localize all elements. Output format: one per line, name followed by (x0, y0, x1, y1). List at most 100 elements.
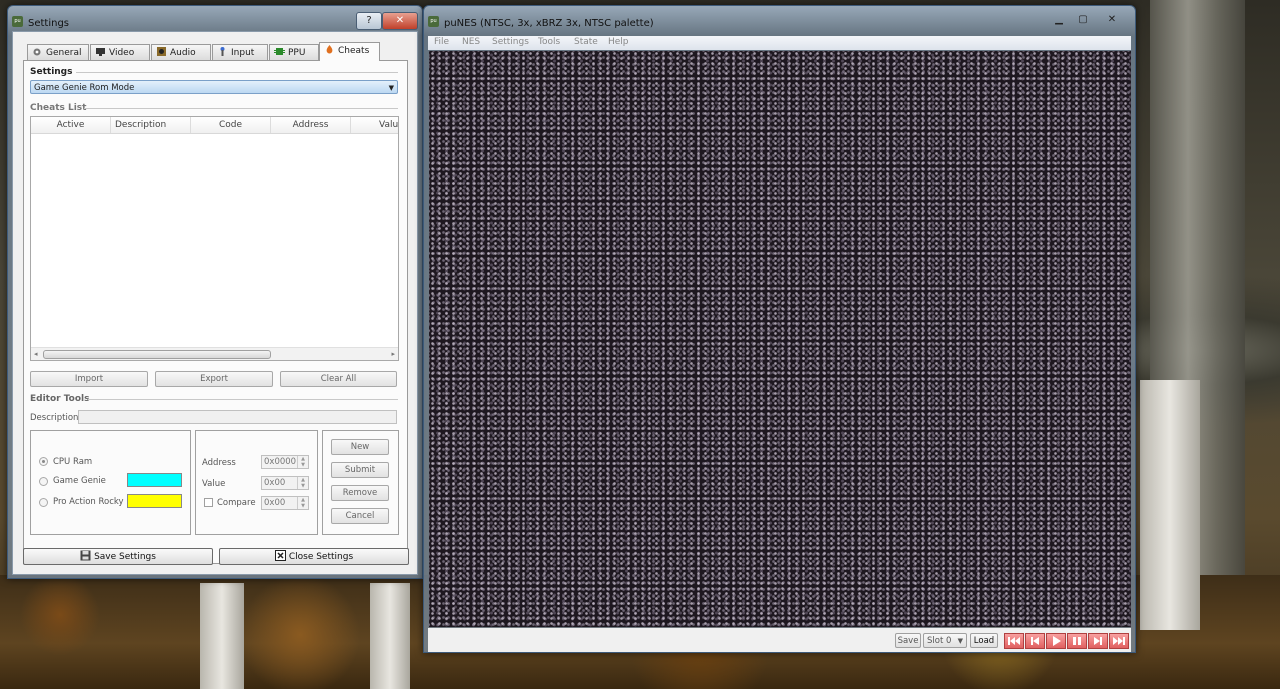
background-post (1140, 380, 1200, 630)
gear-icon (32, 46, 43, 56)
spin-arrows-icon[interactable]: ▲ ▼ (297, 477, 308, 489)
column-header-code[interactable]: Code (191, 117, 271, 133)
cpu-ram-radio[interactable] (39, 457, 48, 466)
description-input[interactable] (78, 410, 397, 424)
pro-action-rocky-radio[interactable] (39, 498, 48, 507)
address-value: 0x0000 (264, 457, 297, 467)
compare-value: 0x00 (264, 498, 286, 508)
tab-input[interactable]: Input (212, 44, 268, 60)
export-button[interactable]: Export (155, 371, 273, 387)
scrollbar-thumb[interactable] (43, 350, 271, 359)
slot-select[interactable]: Slot 0 ▼ (923, 633, 967, 648)
tab-cheats[interactable]: Cheats (319, 42, 380, 61)
chevron-down-icon: ▼ (388, 84, 394, 92)
slot-value: Slot 0 (927, 636, 952, 646)
help-button[interactable]: ? (356, 12, 382, 30)
compare-checkbox[interactable] (204, 498, 213, 507)
close-window-button[interactable]: ✕ (1098, 12, 1126, 28)
app-icon: pu (428, 16, 439, 27)
tab-video[interactable]: Video (90, 44, 150, 60)
background-post (200, 583, 244, 689)
floppy-disk-icon (80, 550, 91, 567)
step-back-icon[interactable] (1025, 633, 1045, 649)
submit-button[interactable]: Submit (331, 462, 389, 478)
rewind-fast-icon[interactable] (1004, 633, 1024, 649)
column-header-description[interactable]: Description (111, 117, 191, 133)
tab-general[interactable]: General (27, 44, 89, 60)
column-header-address[interactable]: Address (271, 117, 351, 133)
cheats-table-header: Active Description Code Address Valu (31, 117, 398, 134)
description-label: Description (30, 413, 79, 423)
address-spinbox[interactable]: 0x0000 ▲ ▼ (261, 455, 309, 469)
menu-help[interactable]: Help (608, 37, 629, 47)
spin-arrows-icon[interactable]: ▲ ▼ (297, 456, 308, 468)
speaker-icon (156, 46, 167, 56)
game-genie-color-swatch[interactable] (127, 473, 182, 487)
menu-settings[interactable]: Settings (492, 37, 529, 47)
value-label: Value (202, 479, 226, 489)
address-label: Address (202, 458, 236, 468)
menu-nes[interactable]: NES (462, 37, 480, 47)
cheats-table[interactable]: Active Description Code Address Valu ◂ ▸ (30, 116, 399, 361)
new-button[interactable]: New (331, 439, 389, 455)
close-window-button[interactable]: ✕ (382, 12, 418, 30)
tab-ppu[interactable]: PPU (269, 44, 319, 60)
cheat-type-group: CPU Ram Game Genie Pro Action Rocky (30, 430, 191, 535)
column-header-active[interactable]: Active (31, 117, 111, 133)
chevron-down-icon: ▼ (957, 637, 963, 645)
save-settings-button[interactable]: Save Settings (23, 548, 213, 565)
window-title: puNES (NTSC, 3x, xBRZ 3x, NTSC palette) (444, 18, 654, 29)
column-header-value[interactable]: Valu (351, 117, 398, 133)
step-forward-icon[interactable] (1088, 633, 1108, 649)
tab-label: Input (231, 48, 255, 58)
pause-icon[interactable] (1067, 633, 1087, 649)
section-divider (88, 399, 398, 400)
close-settings-label: Close Settings (288, 552, 354, 562)
compare-label: Compare (217, 498, 256, 508)
menu-tools[interactable]: Tools (538, 37, 560, 47)
value-spinbox[interactable]: 0x00 ▲ ▼ (261, 476, 309, 490)
cheat-mode-select[interactable]: Game Genie Rom Mode ▼ (30, 80, 398, 94)
tab-label: Video (109, 48, 135, 58)
save-settings-label: Save Settings (94, 552, 156, 562)
cancel-button[interactable]: Cancel (331, 508, 389, 524)
remove-button[interactable]: Remove (331, 485, 389, 501)
scroll-right-icon[interactable]: ▸ (391, 348, 395, 360)
menu-state[interactable]: State (574, 37, 598, 47)
close-settings-button[interactable]: Close Settings (219, 548, 409, 565)
spin-arrows-icon[interactable]: ▲ ▼ (297, 497, 308, 509)
horizontal-scrollbar[interactable]: ◂ ▸ (31, 347, 398, 360)
game-genie-radio[interactable] (39, 477, 48, 486)
background-post (370, 583, 410, 689)
punes-titlebar[interactable]: pu puNES (NTSC, 3x, xBRZ 3x, NTSC palett… (424, 6, 1135, 36)
tab-label: Audio (170, 48, 196, 58)
import-button[interactable]: Import (30, 371, 148, 387)
tab-audio[interactable]: Audio (151, 44, 211, 60)
flame-icon (324, 44, 335, 54)
monitor-icon (95, 46, 106, 56)
cheats-list-section-title: Cheats List (30, 103, 87, 113)
cheats-tab-pane: Settings Game Genie Rom Mode ▼ Cheats Li… (23, 60, 408, 564)
maximize-button[interactable]: ▢ (1072, 12, 1094, 28)
clear-all-button[interactable]: Clear All (280, 371, 397, 387)
minimize-button[interactable]: ▁ (1048, 12, 1070, 28)
load-state-button[interactable]: Load (970, 633, 998, 648)
app-icon: pu (12, 16, 23, 27)
settings-section-title: Settings (30, 67, 73, 77)
chip-icon (274, 46, 285, 55)
emulator-screen[interactable] (429, 51, 1131, 627)
menu-bar: File NES Settings Tools State Help (428, 36, 1131, 50)
tab-label: PPU (288, 48, 306, 58)
scroll-left-icon[interactable]: ◂ (34, 348, 38, 360)
play-icon[interactable] (1046, 633, 1066, 649)
punes-window: pu puNES (NTSC, 3x, xBRZ 3x, NTSC palett… (423, 5, 1136, 653)
menu-file[interactable]: File (434, 37, 449, 47)
cpu-ram-label: CPU Ram (53, 457, 93, 467)
save-state-button[interactable]: Save (895, 633, 921, 648)
compare-spinbox[interactable]: 0x00 ▲ ▼ (261, 496, 309, 510)
close-box-icon (274, 550, 286, 567)
status-bar: Save Slot 0 ▼ Load (428, 628, 1131, 652)
forward-fast-icon[interactable] (1109, 633, 1129, 649)
pro-action-rocky-color-swatch[interactable] (127, 494, 182, 508)
cheat-mode-value: Game Genie Rom Mode (34, 83, 135, 93)
